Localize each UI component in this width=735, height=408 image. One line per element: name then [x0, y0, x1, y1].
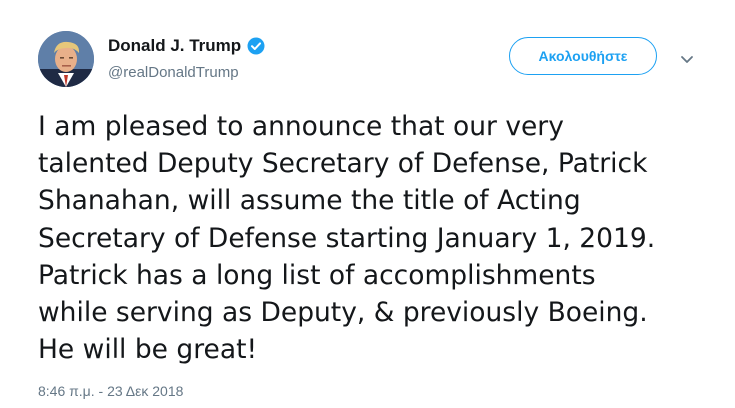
tweet-text-line: I am pleased to announce that our very	[38, 111, 564, 142]
tweet-text: I am pleased to announce that our very t…	[38, 108, 718, 368]
avatar[interactable]	[38, 31, 94, 87]
profile-photo-icon	[38, 31, 94, 87]
chevron-down-icon[interactable]	[680, 52, 694, 63]
author-handle[interactable]: @realDonaldTrump	[108, 64, 239, 81]
tweet-text-line: Patrick has a long list of accomplishmen…	[38, 259, 596, 291]
tweet-text-line: Secretary of Defense starting January 1,…	[38, 222, 656, 254]
tweet-timestamp[interactable]: 8:46 π.μ. - 23 Δεκ 2018	[38, 383, 183, 399]
follow-button[interactable]: Ακολουθήστε	[509, 37, 657, 75]
tweet-text-line: Shanahan, will assume the title of Actin…	[38, 185, 581, 217]
verified-badge-icon	[247, 37, 265, 55]
tweet-text-line: talented Deputy Secretary of Defense, Pa…	[38, 148, 648, 180]
tweet-text-line: He will be great!	[38, 334, 258, 366]
tweet-text-line: while serving as Deputy, & previously Bo…	[38, 297, 648, 329]
author-display-name[interactable]: Donald J. Trump	[108, 36, 241, 56]
tweet-card: Donald J. Trump @realDonaldTrump Ακολουθ…	[0, 0, 735, 408]
author-name-row: Donald J. Trump	[108, 35, 265, 57]
